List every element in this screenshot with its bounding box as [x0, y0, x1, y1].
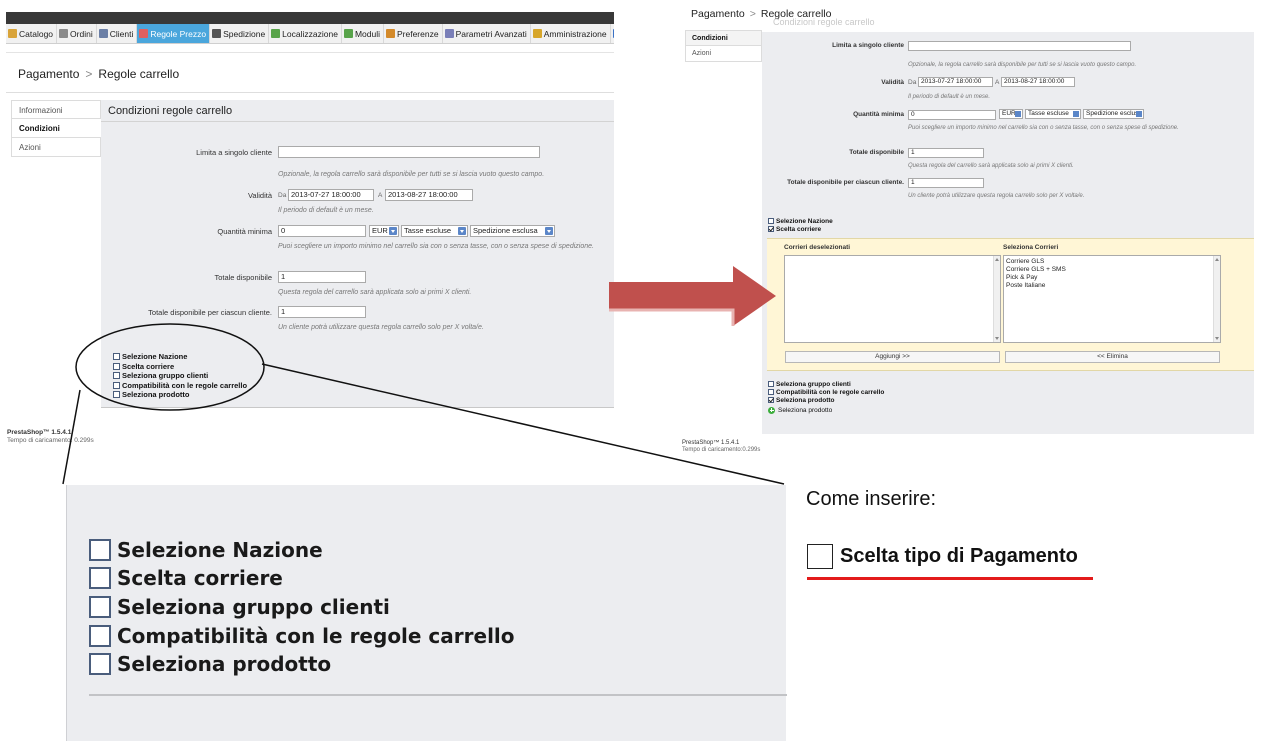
highlight-ellipse	[75, 323, 265, 411]
callout-line-left	[62, 389, 81, 485]
callout-line-right	[261, 363, 785, 485]
right-arrow-icon	[609, 266, 776, 326]
annotation-overlay	[62, 266, 785, 485]
